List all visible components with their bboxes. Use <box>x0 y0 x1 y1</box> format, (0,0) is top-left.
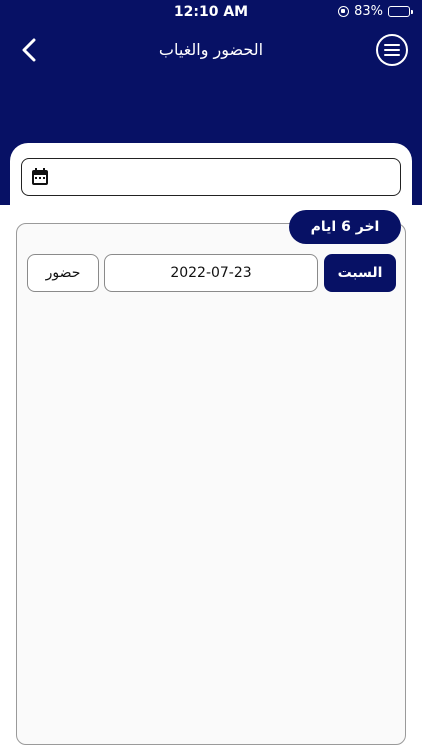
chevron-left-icon <box>22 38 36 62</box>
battery-percent: 83% <box>354 4 383 19</box>
attendance-status: حضور <box>27 254 99 292</box>
status-right: 83% <box>338 4 413 19</box>
nav-bar: الحضور والغياب <box>0 30 422 70</box>
menu-icon <box>384 44 400 56</box>
menu-button[interactable] <box>376 34 408 66</box>
period-badge: اخر 6 ايام <box>289 210 401 244</box>
page-title: الحضور والغياب <box>158 40 264 59</box>
attendance-row: حضور 2022-07-23 السبت <box>27 254 397 292</box>
attendance-day: السبت <box>324 254 396 292</box>
rotation-lock-icon <box>338 6 350 17</box>
attendance-screen: 12:10 AM 83% الحضور والغياب اخر 6 ايام ح… <box>0 0 422 750</box>
back-button[interactable] <box>14 34 44 66</box>
attendance-date: 2022-07-23 <box>104 254 318 292</box>
status-bar: 12:10 AM 83% <box>0 0 422 24</box>
attendance-list: اخر 6 ايام حضور 2022-07-23 السبت <box>16 210 406 745</box>
battery-icon <box>388 6 413 17</box>
calendar-icon <box>32 168 48 185</box>
content-panel: اخر 6 ايام حضور 2022-07-23 السبت <box>10 143 412 750</box>
date-picker-input[interactable] <box>21 158 401 196</box>
